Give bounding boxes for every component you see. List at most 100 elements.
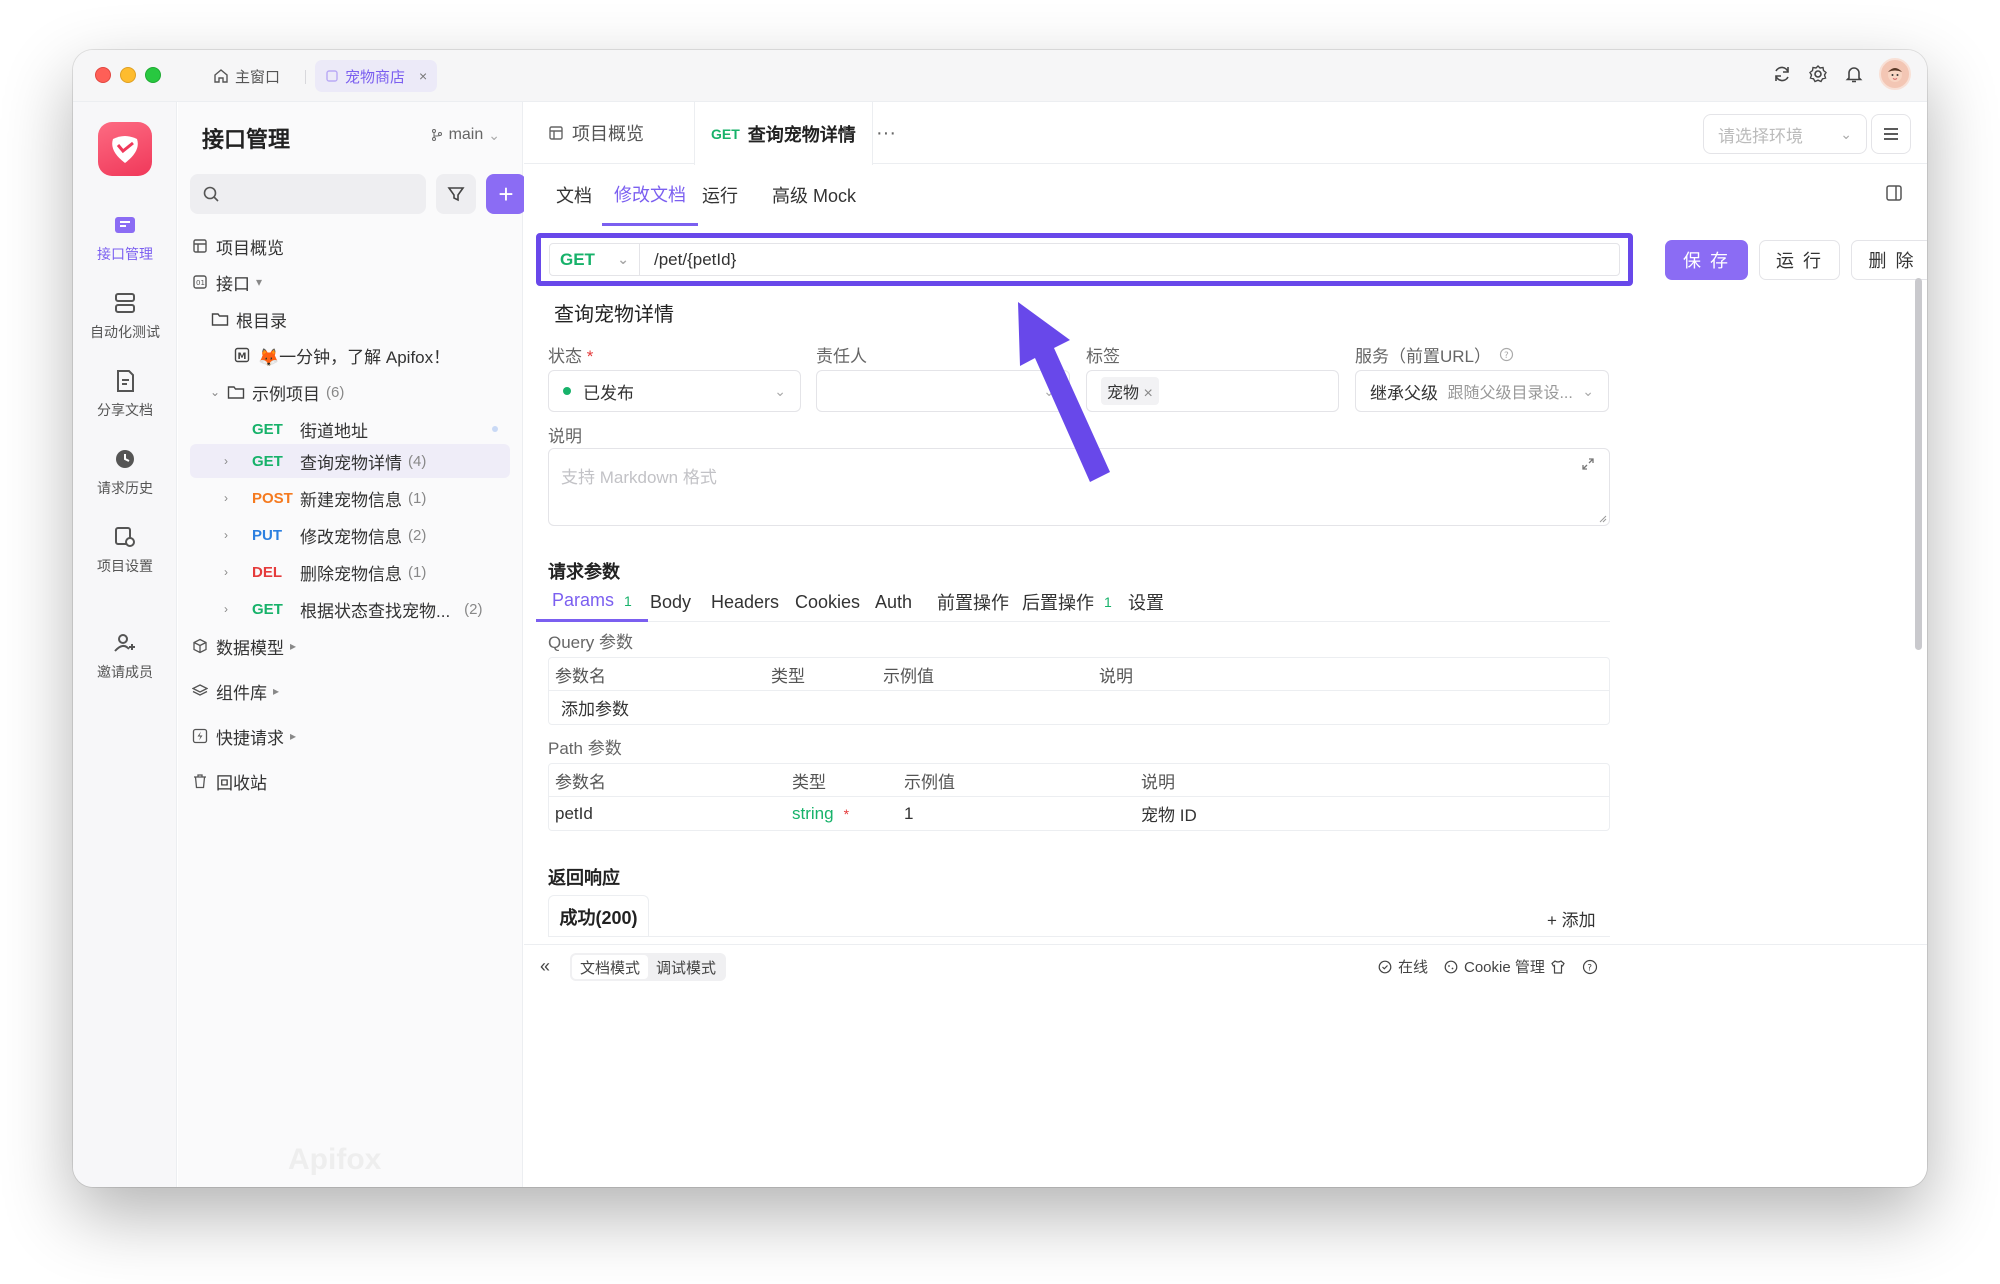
debug-mode-button[interactable]: 调试模式 <box>648 955 724 979</box>
add-param-input[interactable]: 添加参数 <box>561 691 629 724</box>
param-description[interactable]: 宠物 ID <box>1141 797 1197 830</box>
online-status[interactable]: 在线 <box>1378 945 1428 988</box>
tree-item-update-pet[interactable]: › PUT 修改宠物信息 (2) <box>190 518 510 552</box>
status-dot <box>563 387 571 395</box>
param-name[interactable]: petId <box>555 797 593 830</box>
tree-item-create-pet[interactable]: › POST 新建宠物信息 (1) <box>190 481 510 515</box>
environment-select[interactable]: 请选择环境 ⌄ <box>1703 114 1867 154</box>
avatar[interactable] <box>1879 58 1911 90</box>
column-header: 参数名 <box>555 773 606 792</box>
gear-icon[interactable] <box>1807 63 1829 85</box>
tab-auth[interactable]: Auth <box>875 582 912 622</box>
method-select[interactable]: GET ⌄ <box>550 244 640 275</box>
tree-item-root[interactable]: 根目录 <box>190 302 510 336</box>
tree-item-components[interactable]: 组件库 ▸ <box>190 674 510 708</box>
resize-handle-icon[interactable] <box>1597 513 1607 523</box>
tab-post-operations[interactable]: 后置操作 1 <box>1022 582 1112 622</box>
tree-item-get-pet-detail[interactable]: › GET 查询宠物详情 (4) <box>190 444 510 478</box>
apifox-watermark: Apifox <box>288 1143 382 1176</box>
cookie-icon <box>1444 960 1458 973</box>
bell-icon[interactable] <box>1843 63 1865 85</box>
tree-item-sample-project[interactable]: ⌄ 示例项目 (6) <box>190 375 510 409</box>
response-tab-200[interactable]: 成功(200) <box>548 895 649 937</box>
rail-item-label: 自动化测试 <box>90 324 160 340</box>
side-panel-icon[interactable] <box>1885 184 1903 207</box>
overview-icon <box>190 238 210 254</box>
status-select[interactable]: 已发布 ⌄ <box>548 370 801 412</box>
tree-item-label: 示例项目 <box>252 384 320 404</box>
subtab-docs[interactable]: 文档 <box>550 164 598 226</box>
subtab-run[interactable]: 运行 <box>696 164 744 226</box>
tree-item-delete-pet[interactable]: › DEL 删除宠物信息 (1) <box>190 555 510 589</box>
rail-item-project-settings[interactable]: 项目设置 <box>73 524 177 576</box>
cookie-manager[interactable]: Cookie 管理 <box>1444 945 1545 988</box>
query-params-table: 参数名 类型 示例值 说明 添加参数 <box>548 657 1610 725</box>
plus-icon: + <box>1547 911 1562 930</box>
help-icon[interactable]: ? <box>1582 945 1598 988</box>
tree-item-trash[interactable]: 回收站 <box>190 764 510 798</box>
search-input[interactable] <box>190 174 426 214</box>
check-circle-icon <box>1378 960 1392 973</box>
rail-item-automation-test[interactable]: 自动化测试 <box>73 290 177 342</box>
tab-cookies[interactable]: Cookies <box>795 582 860 622</box>
chevron-down-icon: ⌄ <box>1840 125 1852 142</box>
tab-pre-operations[interactable]: 前置操作 <box>937 582 1009 622</box>
home-icon <box>214 69 228 83</box>
tab-params[interactable]: Params 1 <box>536 582 648 622</box>
branch-name: main <box>448 126 484 143</box>
close-window-button[interactable] <box>95 67 111 83</box>
subtab-edit-docs[interactable]: 修改文档 <box>602 164 698 226</box>
param-example[interactable]: 1 <box>904 797 913 830</box>
minimize-window-button[interactable] <box>120 67 136 83</box>
help-icon[interactable]: ? <box>1499 347 1514 362</box>
collapse-sidebar-icon[interactable]: « <box>540 945 550 988</box>
tree-item-intro-doc[interactable]: M 🦊一分钟，了解 Apifox！ <box>190 338 510 372</box>
status-label: 状态 * <box>548 342 593 367</box>
zoom-window-button[interactable] <box>145 67 161 83</box>
window-tab-main[interactable]: 主窗口 <box>203 60 290 92</box>
save-button[interactable]: 保 存 <box>1665 240 1748 280</box>
close-tab-icon[interactable]: × <box>419 68 427 84</box>
param-type[interactable]: string * <box>792 797 849 830</box>
chevron-down-icon: ⌄ <box>617 251 629 267</box>
window-tab-pet-store[interactable]: 宠物商店 × <box>315 60 438 92</box>
tab-body[interactable]: Body <box>650 582 691 622</box>
rail-item-request-history[interactable]: 请求历史 <box>73 446 177 498</box>
menu-button[interactable] <box>1871 114 1911 154</box>
filter-button[interactable] <box>436 174 476 214</box>
tree-item-street-address[interactable]: GET 街道地址 <box>190 412 510 446</box>
doc-mode-button[interactable]: 文档模式 <box>572 955 649 979</box>
tree-item-quick-requests[interactable]: 快捷请求 ▸ <box>190 719 510 753</box>
tree-item-count: (4) <box>408 452 427 470</box>
environment-placeholder: 请选择环境 <box>1718 126 1803 146</box>
rail-item-share-docs[interactable]: 分享文档 <box>73 368 177 420</box>
scrollbar[interactable] <box>1915 278 1922 650</box>
tree-item-data-models[interactable]: 数据模型 ▸ <box>190 629 510 663</box>
branch-selector[interactable]: main ⌄ <box>430 126 500 144</box>
rail-item-invite-members[interactable]: 邀请成员 <box>73 630 177 682</box>
run-button[interactable]: 运 行 <box>1759 240 1840 280</box>
add-button[interactable]: + <box>486 174 526 214</box>
tree-item-project-overview[interactable]: 项目概览 <box>190 229 510 263</box>
subtab-advanced-mock[interactable]: 高级 Mock <box>766 164 862 226</box>
path-input[interactable]: /pet/{petId} <box>640 250 736 270</box>
expand-icon[interactable] <box>1581 457 1595 471</box>
response-title: 返回响应 <box>548 868 620 888</box>
tab-headers[interactable]: Headers <box>711 582 779 622</box>
api-name-input[interactable]: 查询宠物详情 <box>554 298 674 327</box>
more-tabs-button[interactable]: ··· <box>860 102 912 164</box>
tab-settings[interactable]: 设置 <box>1128 582 1164 622</box>
delete-button[interactable]: 删 除 <box>1851 240 1927 280</box>
service-select[interactable]: 继承父级 跟随父级目录设... ⌄ <box>1355 370 1609 412</box>
add-response-button[interactable]: + 添加 <box>1547 906 1596 931</box>
rail-item-api-management[interactable]: 接口管理 <box>73 212 177 264</box>
tab-project-overview[interactable]: 项目概览 <box>532 102 660 164</box>
param-type-value: string <box>792 803 834 823</box>
tree-item-find-by-status[interactable]: › GET 根据状态查找宠物... (2) <box>190 592 510 626</box>
shirt-icon[interactable] <box>1550 945 1566 988</box>
tree-item-apis[interactable]: 01 接口 ▾ <box>190 265 510 299</box>
chevron-down-icon: ⌄ <box>1582 382 1594 399</box>
table-row: 添加参数 <box>549 691 1609 724</box>
refresh-icon[interactable] <box>1771 63 1793 85</box>
tree-item-count: (2) <box>408 526 427 544</box>
